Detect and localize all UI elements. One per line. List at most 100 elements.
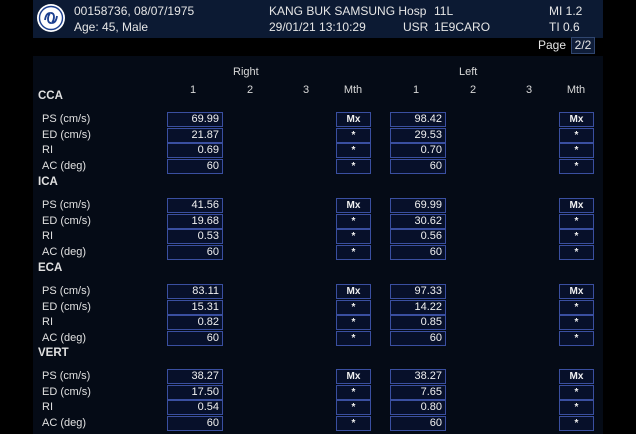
left-method-field[interactable]: * bbox=[559, 400, 594, 415]
left-value-field[interactable]: 0.56 bbox=[390, 229, 446, 244]
right-value-field[interactable]: 0.82 bbox=[167, 315, 223, 330]
right-method-field[interactable]: Mx bbox=[336, 284, 371, 299]
right-value-field[interactable]: 60 bbox=[167, 330, 223, 346]
left-value-field[interactable]: 0.80 bbox=[390, 400, 446, 415]
left-method-field[interactable]: Mx bbox=[559, 198, 594, 213]
left-method-field[interactable]: * bbox=[559, 229, 594, 244]
left-value-field[interactable]: 29.53 bbox=[390, 127, 446, 143]
left-method-field[interactable]: Mx bbox=[559, 369, 594, 384]
left-method-field[interactable]: * bbox=[559, 384, 594, 400]
right-value-field[interactable]: 0.54 bbox=[167, 400, 223, 415]
row-label: ED (cm/s) bbox=[42, 128, 91, 141]
right-method-field[interactable]: * bbox=[336, 213, 371, 229]
right-method-field[interactable]: * bbox=[336, 415, 371, 431]
right-side-header: Right bbox=[233, 66, 259, 78]
right-value-field[interactable]: 15.31 bbox=[167, 299, 223, 315]
left-col-header-3: 3 bbox=[525, 84, 533, 96]
patient-age-sex: Age: 45, Male bbox=[74, 20, 149, 34]
left-value-field[interactable]: 60 bbox=[390, 415, 446, 431]
right-value-field[interactable]: 83.11 bbox=[167, 284, 223, 299]
left-col-header-4: Mth bbox=[566, 84, 586, 96]
left-method-field[interactable]: * bbox=[559, 158, 594, 174]
left-method-field[interactable]: * bbox=[559, 244, 594, 260]
row-label: ED (cm/s) bbox=[42, 300, 91, 313]
left-method-field[interactable]: Mx bbox=[559, 112, 594, 127]
right-value-field[interactable]: 38.27 bbox=[167, 369, 223, 384]
row-label: PS (cm/s) bbox=[42, 285, 91, 297]
mechanical-index: MI 1.2 bbox=[549, 4, 583, 18]
right-method-field[interactable]: * bbox=[336, 400, 371, 415]
left-value-field[interactable]: 7.65 bbox=[390, 384, 446, 400]
right-method-field[interactable]: Mx bbox=[336, 198, 371, 213]
right-value-field[interactable]: 41.56 bbox=[167, 198, 223, 213]
right-value-field[interactable]: 21.87 bbox=[167, 127, 223, 143]
right-value-field[interactable]: 0.53 bbox=[167, 229, 223, 244]
left-method-field[interactable]: * bbox=[559, 299, 594, 315]
right-value-field[interactable]: 0.69 bbox=[167, 143, 223, 158]
right-col-header-1: 1 bbox=[189, 84, 197, 96]
right-value-field[interactable]: 19.68 bbox=[167, 213, 223, 229]
section-title: ICA bbox=[38, 176, 58, 188]
left-method-field[interactable]: * bbox=[559, 415, 594, 431]
left-col-header-1: 1 bbox=[412, 84, 420, 96]
left-value-field[interactable]: 0.85 bbox=[390, 315, 446, 330]
row-label: ED (cm/s) bbox=[42, 214, 91, 227]
left-side-header: Left bbox=[459, 66, 478, 78]
left-method-field[interactable]: Mx bbox=[559, 284, 594, 299]
right-method-field[interactable]: Mx bbox=[336, 369, 371, 384]
right-value-field[interactable]: 60 bbox=[167, 158, 223, 174]
row-label: RI bbox=[42, 401, 53, 413]
right-value-field[interactable]: 17.50 bbox=[167, 384, 223, 400]
left-value-field[interactable]: 38.27 bbox=[390, 369, 446, 384]
right-method-field[interactable]: Mx bbox=[336, 112, 371, 127]
right-method-field[interactable]: * bbox=[336, 127, 371, 143]
preset-name: 1E9CARO bbox=[434, 20, 491, 34]
right-method-field[interactable]: * bbox=[336, 143, 371, 158]
left-method-field[interactable]: * bbox=[559, 315, 594, 330]
probe-name: 11L bbox=[434, 4, 454, 18]
left-value-field[interactable]: 69.99 bbox=[390, 198, 446, 213]
left-method-field[interactable]: * bbox=[559, 330, 594, 346]
user-label: USR bbox=[403, 20, 429, 34]
left-value-field[interactable]: 30.62 bbox=[390, 213, 446, 229]
left-value-field[interactable]: 60 bbox=[390, 158, 446, 174]
right-method-field[interactable]: * bbox=[336, 299, 371, 315]
row-label: RI bbox=[42, 316, 53, 328]
right-method-field[interactable]: * bbox=[336, 315, 371, 330]
exam-datetime: 29/01/21 13:10:29 bbox=[269, 20, 366, 34]
left-value-field[interactable]: 60 bbox=[390, 244, 446, 260]
right-method-field[interactable]: * bbox=[336, 158, 371, 174]
hospital-name: KANG BUK SAMSUNG Hosp bbox=[269, 4, 427, 18]
row-label: AC (deg) bbox=[42, 331, 87, 344]
left-value-field[interactable]: 0.70 bbox=[390, 143, 446, 158]
right-value-field[interactable]: 60 bbox=[167, 415, 223, 431]
left-method-field[interactable]: * bbox=[559, 213, 594, 229]
ge-logo-icon bbox=[37, 4, 65, 32]
row-label: AC (deg) bbox=[42, 159, 87, 172]
right-method-field[interactable]: * bbox=[336, 244, 371, 260]
thermal-index: TI 0.6 bbox=[549, 20, 580, 34]
page-indicator[interactable]: 2/2 bbox=[571, 37, 595, 54]
section-title: ECA bbox=[38, 262, 63, 274]
right-method-field[interactable]: * bbox=[336, 229, 371, 244]
row-label: PS (cm/s) bbox=[42, 199, 91, 211]
left-method-field[interactable]: * bbox=[559, 143, 594, 158]
row-label: AC (deg) bbox=[42, 245, 87, 258]
row-label: PS (cm/s) bbox=[42, 113, 91, 125]
page-label: Page bbox=[538, 38, 567, 52]
row-label: RI bbox=[42, 230, 53, 242]
left-value-field[interactable]: 97.33 bbox=[390, 284, 446, 299]
section-title: CCA bbox=[38, 90, 63, 102]
left-value-field[interactable]: 60 bbox=[390, 330, 446, 346]
section-title: VERT bbox=[38, 347, 69, 359]
right-method-field[interactable]: * bbox=[336, 384, 371, 400]
header-bar: 00158736, 08/07/1975 Age: 45, Male KANG … bbox=[33, 0, 603, 38]
left-value-field[interactable]: 14.22 bbox=[390, 299, 446, 315]
right-value-field[interactable]: 60 bbox=[167, 244, 223, 260]
left-value-field[interactable]: 98.42 bbox=[390, 112, 446, 127]
left-method-field[interactable]: * bbox=[559, 127, 594, 143]
right-value-field[interactable]: 69.99 bbox=[167, 112, 223, 127]
row-label: ED (cm/s) bbox=[42, 385, 91, 398]
right-col-header-3: 3 bbox=[302, 84, 310, 96]
right-method-field[interactable]: * bbox=[336, 330, 371, 346]
